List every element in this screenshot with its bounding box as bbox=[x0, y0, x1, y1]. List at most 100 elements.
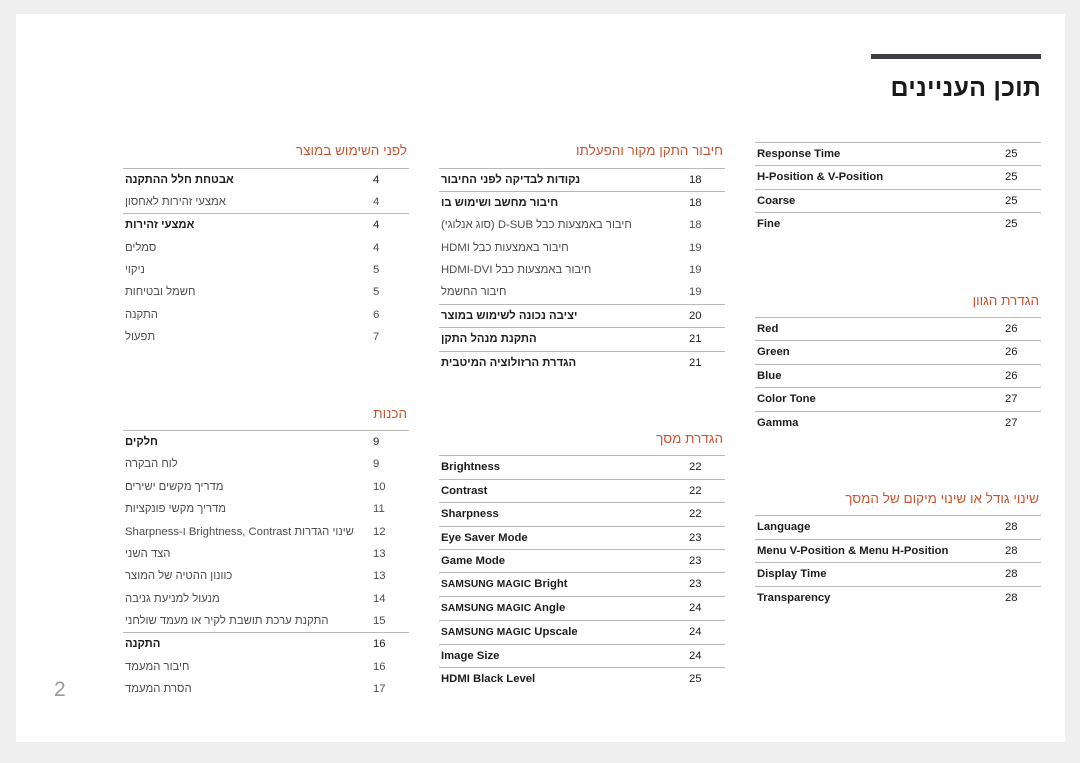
toc-entry[interactable]: Game Mode 23 bbox=[439, 550, 725, 572]
section-heading: שינוי גודל או שינוי מיקום של המסך bbox=[845, 490, 1039, 506]
toc-entry-label: יציבה נכונה לשימוש במוצר bbox=[441, 309, 578, 322]
toc-entry-label: Blue bbox=[757, 369, 782, 382]
toc-entry[interactable]: הצד השני 13 bbox=[123, 543, 409, 565]
toc-entry-page: 19 bbox=[689, 241, 702, 254]
toc-entry-label: מנעול למניעת גניבה bbox=[125, 592, 220, 605]
toc-entry[interactable]: ניקוי 5 bbox=[123, 259, 409, 281]
toc-entry[interactable]: Menu V-Position & Menu H-Position 28 bbox=[755, 540, 1041, 562]
toc-entry-label: אמצעי זהירות bbox=[125, 219, 195, 232]
column-left: Response Time 25 H-Position & V-Position 25… bbox=[755, 142, 1041, 727]
toc-entry[interactable]: חיבור באמצעות כבל HDMI 19 bbox=[439, 237, 725, 259]
toc-entry-label: H-Position & V-Position bbox=[757, 171, 884, 184]
toc-entry-page: 19 bbox=[689, 286, 702, 299]
toc-entry[interactable]: Blue 26 bbox=[755, 365, 1041, 387]
toc-entry[interactable]: חיבור המעמד 16 bbox=[123, 656, 409, 678]
toc-entry[interactable]: Eye Saver Mode 23 bbox=[439, 527, 725, 549]
toc-entry-label: Fine bbox=[757, 218, 781, 231]
toc-entry[interactable]: חיבור מחשב ושימוש בו 18 bbox=[439, 192, 725, 214]
toc-entry[interactable]: אמצעי זהירות 4 bbox=[123, 214, 409, 236]
toc-entry-label: התקנת מנהל התקן bbox=[441, 333, 537, 346]
toc-entry-label: חשמל ובטיחות bbox=[125, 286, 196, 299]
toc-entry-page: 4 bbox=[373, 241, 380, 254]
toc-entry-page: 25 bbox=[1005, 194, 1018, 207]
toc-entry-label: חיבור מחשב ושימוש בו bbox=[441, 196, 559, 209]
toc-entry-page: 18 bbox=[689, 196, 702, 209]
toc-entry-label: HDMI Black Level bbox=[441, 673, 536, 686]
toc-entry[interactable]: HDMI Black Level 25 bbox=[439, 668, 725, 690]
toc-section: שינוי גודל או שינוי מיקום של המסך Languag… bbox=[755, 460, 1041, 609]
toc-entry-label: הסרת המעמד bbox=[125, 683, 192, 696]
toc-entry[interactable]: Color Tone 27 bbox=[755, 388, 1041, 410]
toc-entry[interactable]: אמצעי זהירות לאחסון 4 bbox=[123, 191, 409, 213]
toc-entry[interactable]: התקנת ערכת תושבת לקיר או מעמד שולחני 15 bbox=[123, 610, 409, 632]
toc-entry[interactable]: H-Position & V-Position 25 bbox=[755, 166, 1041, 188]
toc-entry-page: 12 bbox=[373, 525, 386, 538]
toc-entry[interactable]: התקנת מנהל התקן 21 bbox=[439, 328, 725, 350]
toc-entry[interactable]: Response Time 25 bbox=[755, 143, 1041, 165]
toc-entry-page: 4 bbox=[373, 219, 380, 232]
toc-entry-page: 10 bbox=[373, 480, 386, 493]
toc-entry[interactable]: Sharpness 22 bbox=[439, 503, 725, 525]
magic-brand-text: SAMSUNG MAGIC bbox=[441, 603, 532, 615]
toc-entry[interactable]: Gamma 27 bbox=[755, 412, 1041, 434]
toc-entry[interactable]: חלקים 9 bbox=[123, 431, 409, 453]
toc-entry[interactable]: כוונון ההטיה של המוצר 13 bbox=[123, 565, 409, 587]
toc-entry-label: Contrast bbox=[441, 484, 488, 497]
toc-entry-page: 25 bbox=[1005, 171, 1018, 184]
toc-entry-label: Red bbox=[757, 323, 779, 336]
toc-entry[interactable]: אבטחת חלל ההתקנה 4 bbox=[123, 169, 409, 191]
toc-entry[interactable]: Contrast 22 bbox=[439, 480, 725, 502]
toc-entry-label: Eye Saver Mode bbox=[441, 531, 528, 544]
toc-entry[interactable]: Display Time 28 bbox=[755, 563, 1041, 585]
toc-entry[interactable]: לוח הבקרה 9 bbox=[123, 453, 409, 475]
toc-entry[interactable]: SAMSUNG MAGIC Angle 24 bbox=[439, 597, 725, 620]
toc-entry[interactable]: חיבור החשמל 19 bbox=[439, 281, 725, 303]
toc-entry[interactable]: Red 26 bbox=[755, 318, 1041, 340]
toc-entry[interactable]: SAMSUNG MAGIC Upscale 24 bbox=[439, 621, 725, 644]
header-rule-bar bbox=[871, 54, 1041, 59]
page-title: תוכן העניינים bbox=[890, 74, 1041, 102]
toc-entry-page: 13 bbox=[373, 547, 386, 560]
toc-entry-page: 18 bbox=[689, 173, 702, 186]
toc-entry-label: ניקוי bbox=[125, 264, 145, 277]
toc-entry-page: 15 bbox=[373, 615, 386, 628]
toc-entry[interactable]: Coarse 25 bbox=[755, 190, 1041, 212]
toc-entry[interactable]: מדריך מקשי פונקציות 11 bbox=[123, 498, 409, 520]
column-right: לפני השימוש במוצר אבטחת חלל ההתקנה 4 אמצעי … bbox=[123, 142, 409, 727]
toc-entry[interactable]: חיבור באמצעות כבל D-SUB (סוג אנלוגי) 18 bbox=[439, 214, 725, 236]
toc-entry[interactable]: חשמל ובטיחות 5 bbox=[123, 281, 409, 303]
toc-entry[interactable]: SAMSUNG MAGIC Bright 23 bbox=[439, 573, 725, 596]
toc-entry[interactable]: הגדרת הרזולוציה המיטבית 21 bbox=[439, 352, 725, 374]
toc-entry[interactable]: הסרת המעמד 17 bbox=[123, 678, 409, 700]
toc-entry[interactable]: חיבור באמצעות כבל HDMI-DVI 19 bbox=[439, 259, 725, 281]
toc-entry-label: נקודות לבדיקה לפני החיבור bbox=[441, 173, 581, 186]
toc-entry[interactable]: מדריך מקשים ישירים 10 bbox=[123, 476, 409, 498]
toc-entry-page: 26 bbox=[1005, 323, 1018, 336]
toc-entry[interactable]: Language 28 bbox=[755, 516, 1041, 538]
toc-entry-label: Image Size bbox=[441, 649, 500, 662]
toc-entry[interactable]: תפעול 7 bbox=[123, 326, 409, 348]
toc-entry-label: חלקים bbox=[125, 436, 158, 449]
toc-entry-label: תפעול bbox=[125, 331, 156, 344]
toc-entry[interactable]: התקנה 16 bbox=[123, 633, 409, 655]
toc-entry-label: חיבור המעמד bbox=[125, 660, 190, 673]
toc-entry-page: 18 bbox=[689, 219, 702, 232]
toc-entry[interactable]: Brightness 22 bbox=[439, 456, 725, 478]
toc-entry[interactable]: יציבה נכונה לשימוש במוצר 20 bbox=[439, 305, 725, 327]
toc-section: הכנות חלקים 9 לוח הבקרה 9 מדריך מקשים ישירים 1… bbox=[123, 375, 409, 701]
toc-entry[interactable]: התקנה 6 bbox=[123, 304, 409, 326]
toc-entry[interactable]: נקודות לבדיקה לפני החיבור 18 bbox=[439, 169, 725, 191]
toc-entry[interactable]: Image Size 24 bbox=[439, 645, 725, 667]
toc-entry[interactable]: Fine 25 bbox=[755, 213, 1041, 235]
toc-entry[interactable]: Green 26 bbox=[755, 341, 1041, 363]
toc-entry[interactable]: שינוי הגדרות Brightness, Contrast ו-Shar… bbox=[123, 521, 409, 543]
toc-entry[interactable]: סמלים 4 bbox=[123, 237, 409, 259]
toc-entry-page: 5 bbox=[373, 264, 380, 277]
toc-entry-label: SAMSUNG MAGIC Angle bbox=[441, 602, 566, 615]
toc-entry-label: Display Time bbox=[757, 568, 827, 581]
toc-entry-label: Gamma bbox=[757, 416, 799, 429]
toc-group: Response Time 25 bbox=[755, 142, 1041, 165]
toc-entry-label: כוונון ההטיה של המוצר bbox=[125, 570, 233, 583]
toc-entry[interactable]: Transparency 28 bbox=[755, 587, 1041, 609]
toc-entry[interactable]: מנעול למניעת גניבה 14 bbox=[123, 588, 409, 610]
